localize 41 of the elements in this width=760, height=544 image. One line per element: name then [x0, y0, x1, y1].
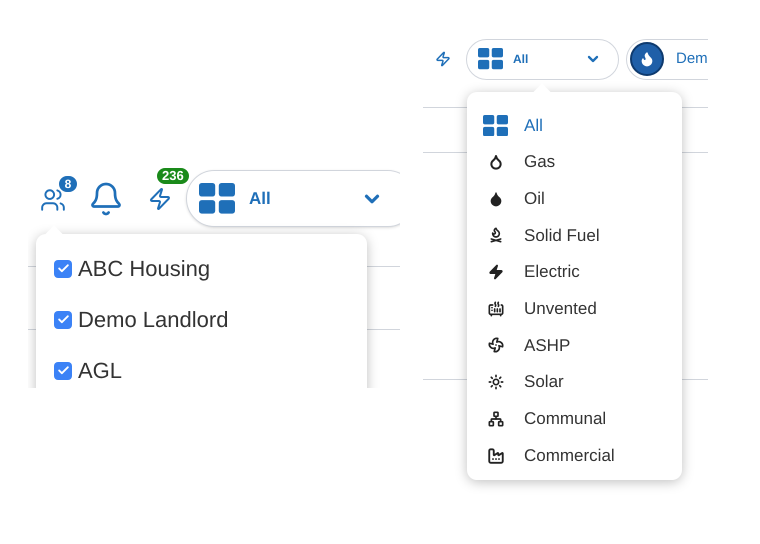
bell-icon[interactable]	[88, 180, 124, 216]
flame-icon	[639, 51, 655, 67]
grid-icon	[478, 48, 503, 70]
lightning-icon[interactable]	[148, 186, 172, 210]
check-icon	[56, 262, 70, 275]
account-selector[interactable]: Dem	[626, 38, 708, 80]
checkbox[interactable]	[54, 362, 72, 380]
fuel-type-option[interactable]: Solid Fuel	[477, 217, 682, 254]
organisation-option[interactable]: ABC Housing	[54, 254, 367, 283]
check-icon	[56, 364, 70, 377]
fuel-type-option[interactable]: Unvented	[477, 290, 682, 328]
fuel-type-option[interactable]: All	[477, 107, 682, 144]
heater-icon	[488, 300, 504, 317]
people-icon[interactable]	[40, 186, 66, 212]
filter-dropdown[interactable]: All	[186, 170, 400, 227]
fuel-type-option[interactable]: ASHP	[477, 327, 682, 364]
checkbox[interactable]	[54, 310, 72, 328]
organisation-option[interactable]: AGL	[54, 356, 367, 385]
fuel-type-option[interactable]: Commercial	[477, 437, 682, 474]
drop-icon	[488, 154, 504, 170]
fan-icon	[488, 337, 504, 354]
fuel-type-option[interactable]: Communal	[477, 400, 682, 438]
check-icon	[56, 313, 70, 326]
grid-icon	[199, 183, 235, 214]
filter-dropdown[interactable]: All	[466, 38, 619, 80]
lightning-icon[interactable]	[435, 51, 451, 67]
alert-count-badge: 236	[156, 166, 190, 184]
network-icon	[488, 410, 504, 427]
factory-icon	[486, 446, 504, 465]
fuel-type-option[interactable]: Electric	[477, 254, 682, 290]
fuel-type-option[interactable]: Solar	[477, 364, 682, 400]
fuel-type-option[interactable]: Gas	[477, 144, 682, 180]
drop-icon	[488, 190, 504, 207]
grid-icon	[483, 114, 508, 136]
campfire-icon	[488, 227, 504, 244]
sun-icon	[488, 374, 504, 390]
notification-badge: 8	[58, 174, 78, 192]
lightning-icon	[488, 264, 504, 280]
fuel-type-option[interactable]: Oil	[477, 180, 682, 218]
organisation-option[interactable]: Demo Landlord	[54, 305, 367, 334]
checkbox[interactable]	[54, 260, 72, 278]
